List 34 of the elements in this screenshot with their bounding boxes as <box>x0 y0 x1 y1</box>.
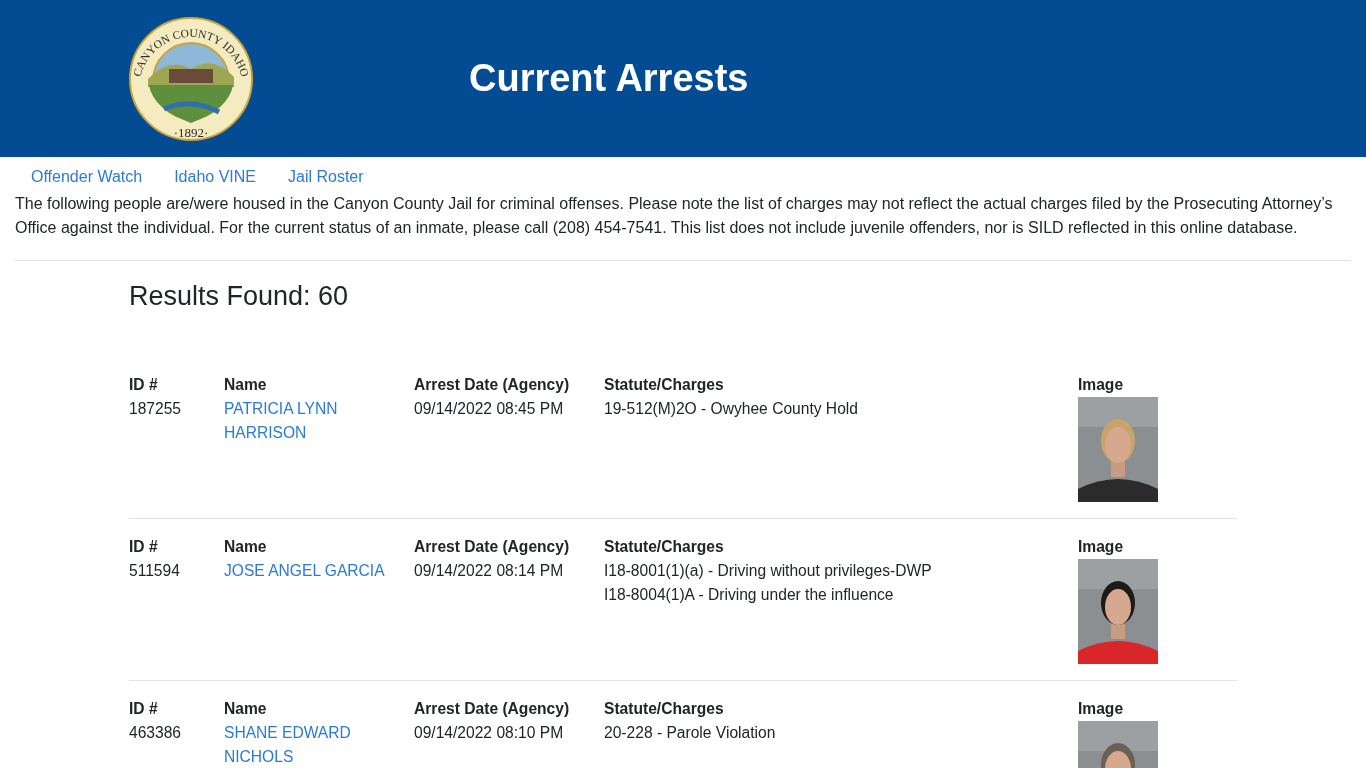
charge-text: 20-228 - Parole Violation <box>604 723 776 743</box>
column-label: Arrest Date (Agency) <box>414 699 570 719</box>
inmate-id: 463386 <box>129 723 182 743</box>
inmate-name-link[interactable]: SHANE EDWARD NICHOLS <box>224 721 392 768</box>
column-label: Image <box>1078 375 1124 395</box>
column-label: Name <box>224 699 267 719</box>
nav-link[interactable]: Offender Watch <box>15 165 159 189</box>
nav-link[interactable]: Idaho VINE <box>158 165 272 189</box>
column-label: Image <box>1078 699 1124 719</box>
inmate-id: 187255 <box>129 399 182 419</box>
nav-link[interactable]: Jail Roster <box>272 165 380 189</box>
arrest-date: 09/14/2022 08:10 PM <box>414 723 564 743</box>
column-label: Arrest Date (Agency) <box>414 537 570 557</box>
column-label: ID # <box>129 375 158 395</box>
inmate-name-link[interactable]: JOSE ANGEL GARCIA <box>224 559 385 583</box>
charge-text: 19-512(M)2O - Owyhee County Hold <box>604 399 858 419</box>
column-label: Image <box>1078 537 1124 557</box>
arrest-date: 09/14/2022 08:14 PM <box>414 561 564 581</box>
column-label: Name <box>224 375 267 395</box>
results-heading: Results Found: 60 <box>129 280 350 313</box>
column-label: Statute/Charges <box>604 375 724 395</box>
column-label: ID # <box>129 699 158 719</box>
column-label: Statute/Charges <box>604 537 724 557</box>
page-title: Current Arrests <box>469 57 749 100</box>
charge-text: I18-8001(1)(a) - Driving without privileges-DWP <box>604 561 932 581</box>
column-label: Statute/Charges <box>604 699 724 719</box>
arrest-date: 09/14/2022 08:45 PM <box>414 399 564 419</box>
notice-paragraph: The following people are/were housed in the Canyon County Jail for criminal offenses. Please note the list of charges may not reflect the actual charges filed by the Prosecuting Attorney’s Office against the individual. For the current status of an inmate, please call (208) 454-7541. This list does not include juvenile offenders, nor is SILD reflected in this online database. <box>15 194 1334 238</box>
inmate-name-link[interactable]: PATRICIA LYNN HARRISON <box>224 397 392 445</box>
inmate-id: 511594 <box>129 561 180 581</box>
charge-text: I18-8004(1)A - Driving under the influence <box>604 585 894 605</box>
column-label: ID # <box>129 537 158 557</box>
column-label: Name <box>224 537 267 557</box>
column-label: Arrest Date (Agency) <box>414 375 570 395</box>
